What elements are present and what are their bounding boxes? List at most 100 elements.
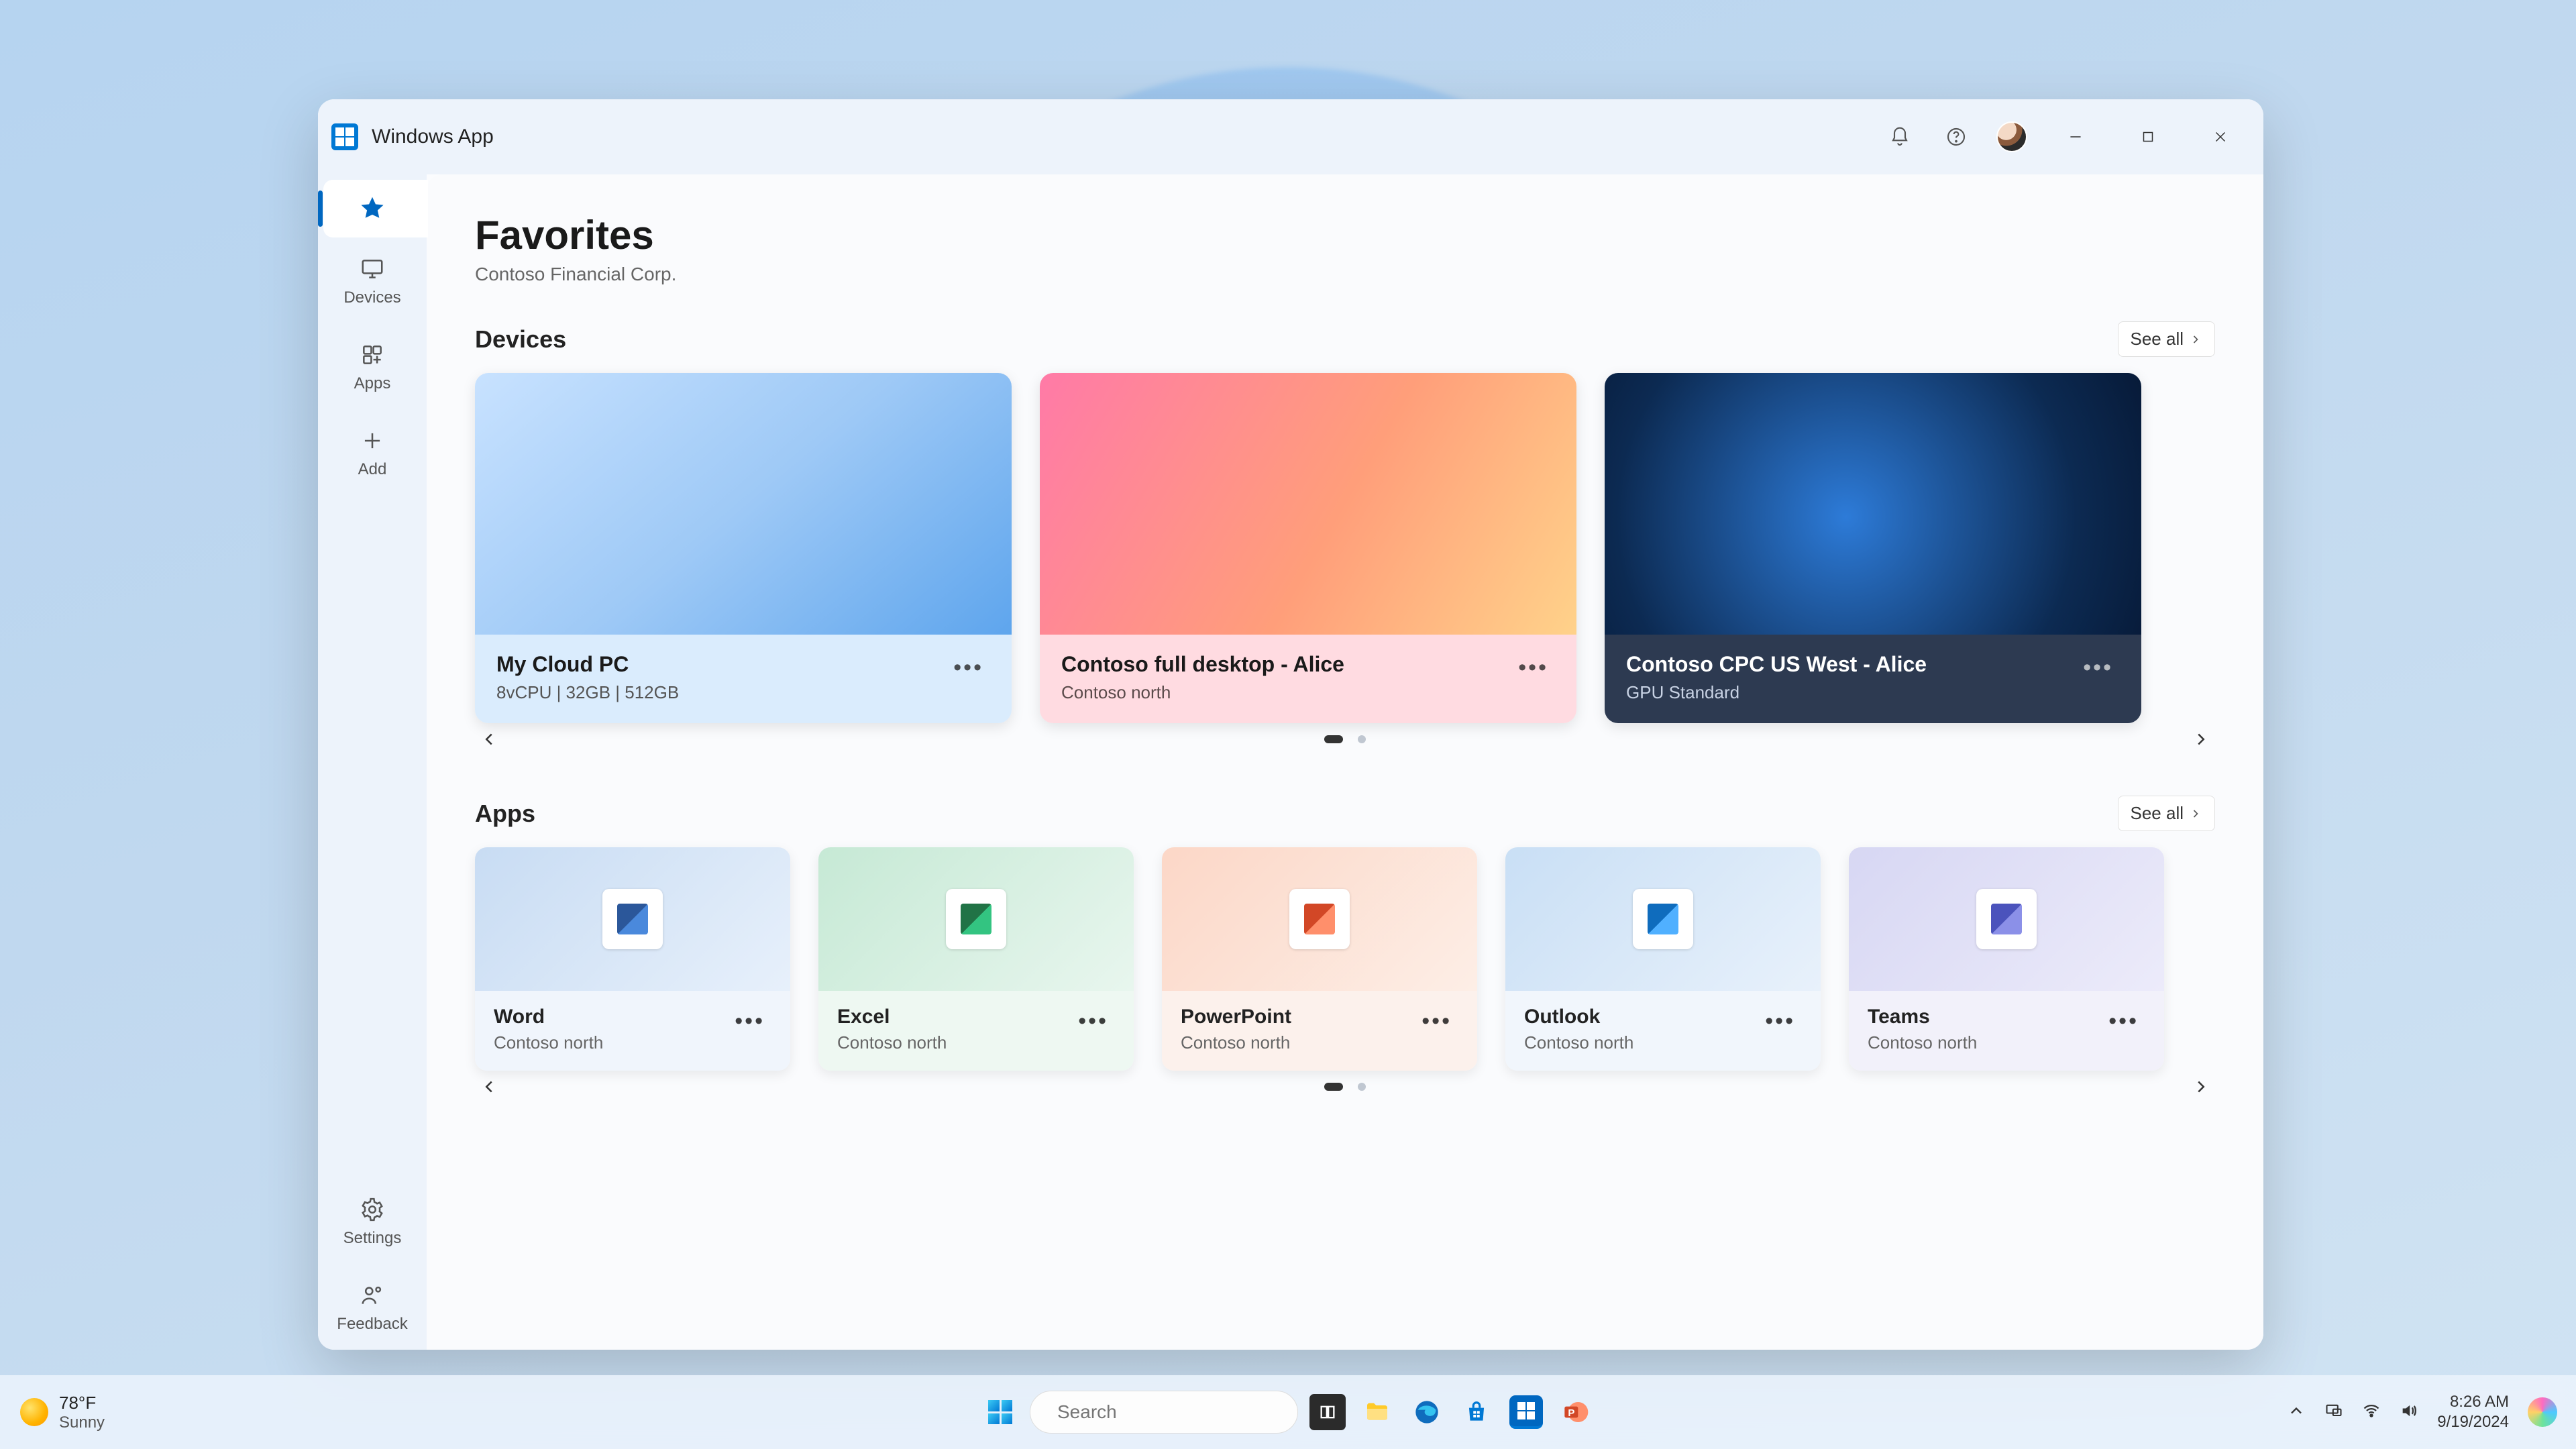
- sidebar-label: Settings: [343, 1229, 402, 1248]
- devices-prev-button[interactable]: [475, 725, 503, 753]
- device-more-button[interactable]: •••: [1511, 652, 1555, 683]
- taskbar-powerpoint[interactable]: P: [1556, 1392, 1596, 1432]
- sidebar-label: Apps: [354, 374, 391, 393]
- search-input[interactable]: [1057, 1401, 1299, 1423]
- device-thumbnail: [475, 373, 1012, 635]
- device-spec: Contoso north: [1061, 682, 1511, 703]
- app-more-button[interactable]: •••: [1415, 1006, 1458, 1036]
- app-more-button[interactable]: •••: [2102, 1006, 2145, 1036]
- apps-see-all-button[interactable]: See all: [2118, 796, 2216, 831]
- sidebar: Devices Apps Add Settings Feedback: [318, 174, 427, 1350]
- device-card-contoso-full-desktop[interactable]: Contoso full desktop - Alice Contoso nor…: [1040, 373, 1576, 723]
- app-name: Excel: [837, 1006, 1071, 1028]
- chevron-right-icon: [2189, 807, 2202, 820]
- app-card-teams[interactable]: Teams Contoso north•••: [1849, 847, 2164, 1071]
- sidebar-item-favorites[interactable]: [323, 180, 421, 237]
- outlook-icon: [1633, 889, 1693, 949]
- pager-dot-1[interactable]: [1324, 735, 1343, 743]
- taskbar-file-explorer[interactable]: [1357, 1392, 1397, 1432]
- sidebar-label: Devices: [343, 288, 400, 307]
- titlebar: Windows App: [318, 99, 2263, 174]
- teams-icon: [1976, 889, 2037, 949]
- chevron-right-icon: [2189, 333, 2202, 346]
- page-title: Favorites: [475, 212, 2215, 258]
- taskbar-search[interactable]: [1030, 1391, 1298, 1434]
- app-sub: Contoso north: [837, 1032, 1071, 1053]
- monitor-icon: [360, 256, 385, 282]
- taskbar-windows-app[interactable]: [1506, 1392, 1546, 1432]
- window-title: Windows App: [372, 125, 494, 148]
- sidebar-item-feedback[interactable]: Feedback: [323, 1267, 421, 1350]
- taskbar-task-view[interactable]: [1307, 1392, 1348, 1432]
- weather-condition: Sunny: [59, 1413, 105, 1432]
- pager-dot-2[interactable]: [1358, 1083, 1366, 1091]
- device-name: My Cloud PC: [496, 652, 947, 677]
- device-card-my-cloud-pc[interactable]: My Cloud PC 8vCPU | 32GB | 512GB •••: [475, 373, 1012, 723]
- device-spec: GPU Standard: [1626, 682, 2076, 703]
- plus-icon: [360, 428, 385, 453]
- taskbar-store[interactable]: [1456, 1392, 1497, 1432]
- tray-wifi-icon[interactable]: [2362, 1401, 2381, 1424]
- sidebar-item-apps[interactable]: Apps: [323, 326, 421, 409]
- app-sub: Contoso north: [494, 1032, 728, 1053]
- taskbar-edge[interactable]: [1407, 1392, 1447, 1432]
- tray-monitor-icon[interactable]: [2324, 1401, 2343, 1424]
- apps-section-title: Apps: [475, 800, 535, 828]
- app-sub: Contoso north: [1868, 1032, 2102, 1053]
- pager-dot-2[interactable]: [1358, 735, 1366, 743]
- tray-volume-icon[interactable]: [2400, 1401, 2418, 1424]
- device-more-button[interactable]: •••: [947, 652, 990, 683]
- device-spec: 8vCPU | 32GB | 512GB: [496, 682, 947, 703]
- close-button[interactable]: [2191, 110, 2250, 164]
- device-more-button[interactable]: •••: [2076, 652, 2120, 683]
- excel-icon: [946, 889, 1006, 949]
- copilot-button[interactable]: [2528, 1397, 2557, 1427]
- app-more-button[interactable]: •••: [1758, 1006, 1802, 1036]
- page-subtitle: Contoso Financial Corp.: [475, 264, 2215, 285]
- taskbar-weather[interactable]: 78°F Sunny: [20, 1393, 105, 1432]
- apps-prev-button[interactable]: [475, 1073, 503, 1101]
- sidebar-item-add[interactable]: Add: [323, 412, 421, 495]
- gear-icon: [360, 1197, 385, 1222]
- device-card-contoso-cpc-us-west[interactable]: Contoso CPC US West - Alice GPU Standard…: [1605, 373, 2141, 723]
- apps-row: WordContoso north••• ExcelContoso north•…: [475, 847, 2215, 1071]
- tray-clock[interactable]: 8:26 AM 9/19/2024: [2437, 1392, 2509, 1432]
- see-all-label: See all: [2131, 329, 2184, 350]
- apps-icon: [360, 342, 385, 368]
- maximize-button[interactable]: [2118, 110, 2178, 164]
- app-name: Teams: [1868, 1006, 2102, 1028]
- apps-next-button[interactable]: [2187, 1073, 2215, 1101]
- app-more-button[interactable]: •••: [728, 1006, 771, 1036]
- user-avatar[interactable]: [1996, 121, 2027, 152]
- svg-text:P: P: [1568, 1407, 1574, 1419]
- app-card-word[interactable]: Word Contoso north•••: [475, 847, 790, 1071]
- devices-next-button[interactable]: [2187, 725, 2215, 753]
- tray-time: 8:26 AM: [2437, 1392, 2509, 1412]
- sidebar-item-devices[interactable]: Devices: [323, 240, 421, 323]
- device-thumbnail: [1605, 373, 2141, 635]
- help-button[interactable]: [1935, 115, 1978, 158]
- notifications-button[interactable]: [1878, 115, 1921, 158]
- sidebar-label: Add: [358, 460, 387, 479]
- devices-row: My Cloud PC 8vCPU | 32GB | 512GB ••• Con…: [475, 373, 2215, 723]
- apps-pager: [475, 1083, 2215, 1091]
- tray-overflow[interactable]: [2287, 1401, 2306, 1424]
- devices-pager: [475, 735, 2215, 743]
- app-card-powerpoint[interactable]: PowerPointContoso north•••: [1162, 847, 1477, 1071]
- pager-dot-1[interactable]: [1324, 1083, 1343, 1091]
- app-sub: Contoso north: [1524, 1032, 1758, 1053]
- app-sub: Contoso north: [1181, 1032, 1415, 1053]
- minimize-button[interactable]: [2046, 110, 2105, 164]
- app-name: Word: [494, 1006, 728, 1028]
- start-button[interactable]: [980, 1392, 1020, 1432]
- app-card-excel[interactable]: Excel Contoso north•••: [818, 847, 1134, 1071]
- sidebar-label: Feedback: [337, 1315, 407, 1334]
- sidebar-item-settings[interactable]: Settings: [323, 1181, 421, 1264]
- devices-section-title: Devices: [475, 325, 566, 354]
- app-more-button[interactable]: •••: [1071, 1006, 1115, 1036]
- apps-section-header: Apps See all: [475, 796, 2215, 831]
- taskbar-tray: 8:26 AM 9/19/2024: [2287, 1392, 2557, 1432]
- devices-see-all-button[interactable]: See all: [2118, 321, 2216, 357]
- word-icon: [602, 889, 663, 949]
- app-card-outlook[interactable]: OutlookContoso north•••: [1505, 847, 1821, 1071]
